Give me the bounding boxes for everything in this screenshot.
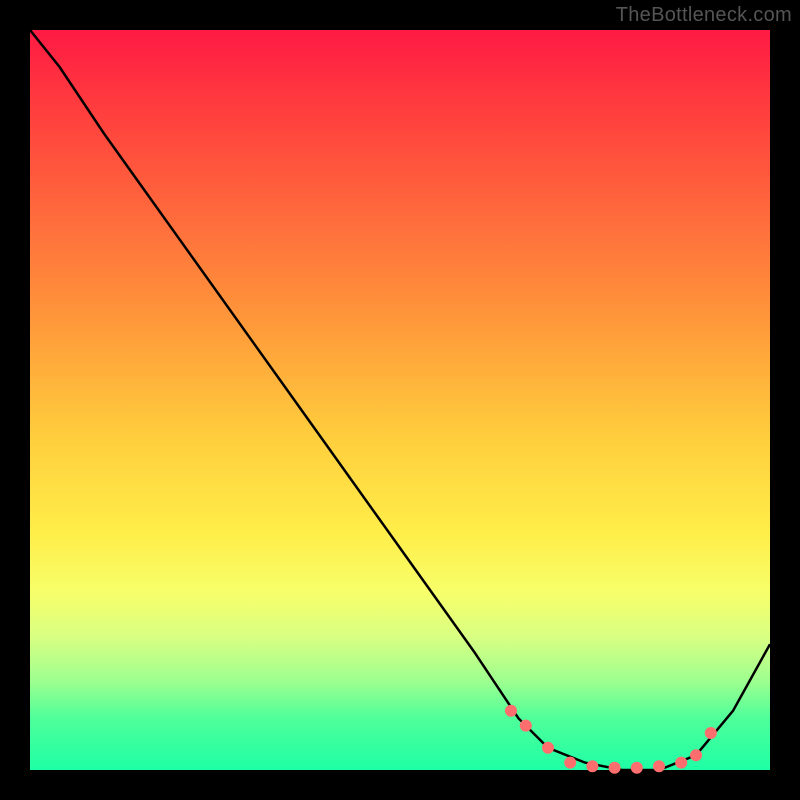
highlight-point xyxy=(705,727,717,739)
highlight-point xyxy=(564,757,576,769)
highlight-point xyxy=(690,749,702,761)
highlight-point xyxy=(675,757,687,769)
highlight-point xyxy=(631,762,643,774)
highlight-point xyxy=(609,762,621,774)
highlight-point xyxy=(586,760,598,772)
highlight-point xyxy=(542,742,554,754)
bottleneck-curve-path xyxy=(30,30,770,770)
chart-svg xyxy=(30,30,770,770)
highlight-point xyxy=(653,760,665,772)
highlight-point xyxy=(505,705,517,717)
chart-frame: TheBottleneck.com xyxy=(0,0,800,800)
watermark-text: TheBottleneck.com xyxy=(616,4,792,27)
highlight-points-group xyxy=(505,705,717,774)
plot-area xyxy=(30,30,770,770)
highlight-point xyxy=(520,720,532,732)
